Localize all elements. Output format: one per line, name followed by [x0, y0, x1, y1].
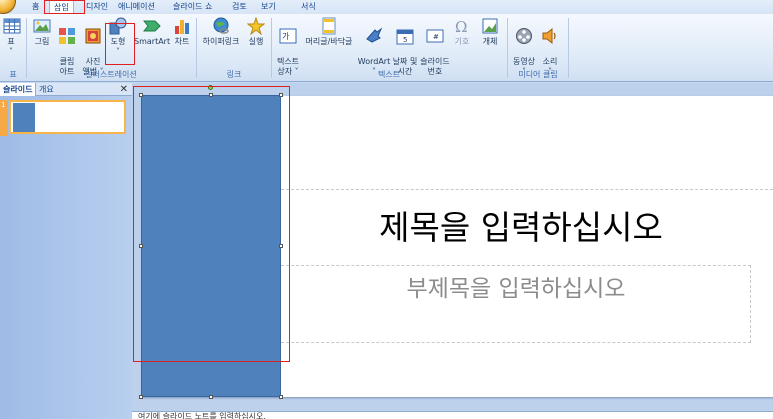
office-button[interactable]	[0, 0, 16, 14]
subtitle-placeholder-text[interactable]: 부제목을 입력하십시오	[281, 269, 751, 303]
tab-home[interactable]: 홈	[32, 0, 39, 14]
group-label-links: 링크	[226, 70, 242, 79]
resize-handle[interactable]	[139, 395, 143, 399]
resize-handle[interactable]	[279, 244, 283, 248]
object-icon	[482, 18, 498, 34]
slide-number-label: 1	[1, 101, 6, 109]
close-icon[interactable]: ✕	[120, 83, 128, 96]
group-separator	[568, 18, 569, 78]
calendar-icon: 5	[396, 29, 414, 45]
header-footer-icon	[322, 17, 336, 35]
pane-tabs: 슬라이드 개요 ✕	[0, 83, 132, 96]
chart-button[interactable]: 차트	[173, 17, 191, 47]
clipart-icon	[59, 28, 75, 44]
group-separator	[507, 18, 508, 78]
globe-link-icon	[213, 17, 229, 34]
wordart-icon	[366, 27, 383, 43]
resize-handle[interactable]	[139, 244, 143, 248]
symbol-button[interactable]: Ω 기호	[453, 17, 471, 47]
textbox-button[interactable]: 가 텍스트 상자 ˅	[275, 17, 301, 77]
chart-icon	[175, 20, 189, 34]
resize-handle[interactable]	[279, 93, 283, 97]
clipart-button[interactable]: 클립 아트	[58, 17, 76, 77]
tab-slides[interactable]: 슬라이드	[0, 83, 37, 96]
picture-button[interactable]: 그림	[33, 17, 51, 47]
group-label-media: 미디어 클립	[518, 70, 558, 79]
tab-slideshow[interactable]: 슬라이드 쇼	[173, 0, 212, 14]
sound-button[interactable]: 소리 ˅	[540, 17, 560, 77]
tab-outline[interactable]: 개요	[36, 83, 57, 96]
slide-number-button[interactable]: # 슬라이드 번호	[419, 17, 451, 77]
speaker-icon	[542, 27, 556, 45]
smartart-icon	[143, 20, 161, 32]
shapes-icon	[109, 17, 127, 35]
photo-album-icon	[85, 28, 101, 44]
resize-handle[interactable]	[139, 93, 143, 97]
shapes-button[interactable]: 도형 ˅	[109, 17, 127, 57]
omega-icon: Ω	[455, 18, 467, 35]
group-separator	[26, 18, 27, 78]
group-label-text: 텍스트	[377, 70, 401, 79]
svg-text:Ω: Ω	[455, 18, 467, 35]
action-button[interactable]: 실행	[246, 17, 266, 47]
group-label-illustrations: 일러스트레이션	[85, 70, 137, 79]
table-button[interactable]: 표 ˅	[3, 17, 21, 57]
slide-number-icon: #	[426, 29, 444, 43]
film-reel-icon	[516, 28, 532, 44]
svg-text:5: 5	[403, 36, 407, 44]
tab-insert[interactable]: 삽입	[49, 0, 74, 14]
thumbnail-rectangle	[13, 103, 35, 132]
notes-pane[interactable]: 여기에 슬라이드 노트를 입력하십시오.	[132, 411, 773, 419]
date-time-button[interactable]: 5 날짜 및 시간	[392, 17, 418, 77]
textbox-icon: 가	[279, 28, 297, 44]
tab-review[interactable]: 검토	[232, 0, 247, 14]
photo-album-button[interactable]: 사진 앨범 ˅	[82, 17, 104, 77]
svg-text:가: 가	[282, 32, 290, 41]
slides-pane: 슬라이드 개요 ✕ 1	[0, 83, 132, 419]
rectangle-shape[interactable]	[141, 95, 281, 397]
group-separator	[196, 18, 197, 78]
group-separator	[271, 18, 272, 78]
rotation-handle[interactable]	[208, 85, 213, 90]
notes-placeholder: 여기에 슬라이드 노트를 입력하십시오.	[138, 412, 266, 419]
slide-thumbnail[interactable]	[9, 100, 126, 134]
resize-handle[interactable]	[209, 395, 213, 399]
resize-handle[interactable]	[279, 395, 283, 399]
tab-animations[interactable]: 애니메이션	[118, 0, 155, 14]
group-label-tables: 표	[9, 70, 17, 79]
ribbon-tab-bar: 홈 삽입 디자인 애니메이션 슬라이드 쇼 검토 보기 서식	[0, 0, 773, 14]
title-placeholder-text[interactable]: 제목을 입력하십시오	[281, 201, 761, 249]
table-icon	[3, 18, 21, 34]
smartart-button[interactable]: SmartArt	[134, 17, 170, 47]
tab-format[interactable]: 서식	[301, 0, 316, 14]
picture-icon	[33, 19, 51, 33]
resize-handle[interactable]	[209, 93, 213, 97]
svg-text:#: #	[433, 33, 439, 41]
tab-view[interactable]: 보기	[261, 0, 276, 14]
action-star-icon	[247, 17, 265, 35]
tab-design[interactable]: 디자인	[86, 0, 108, 14]
movie-button[interactable]: 동영상 ˅	[511, 17, 537, 77]
hyperlink-button[interactable]: 하이퍼링크	[201, 17, 241, 47]
header-footer-button[interactable]: 머리글/바닥글	[303, 17, 355, 47]
object-button[interactable]: 개체	[480, 17, 500, 47]
wordart-button[interactable]: WordArt ˅	[357, 17, 391, 77]
ribbon: 표 ˅ 표 그림 클립 아트 사진 앨범 ˅ 도형 ˅ SmartArt 차트 …	[0, 14, 773, 82]
